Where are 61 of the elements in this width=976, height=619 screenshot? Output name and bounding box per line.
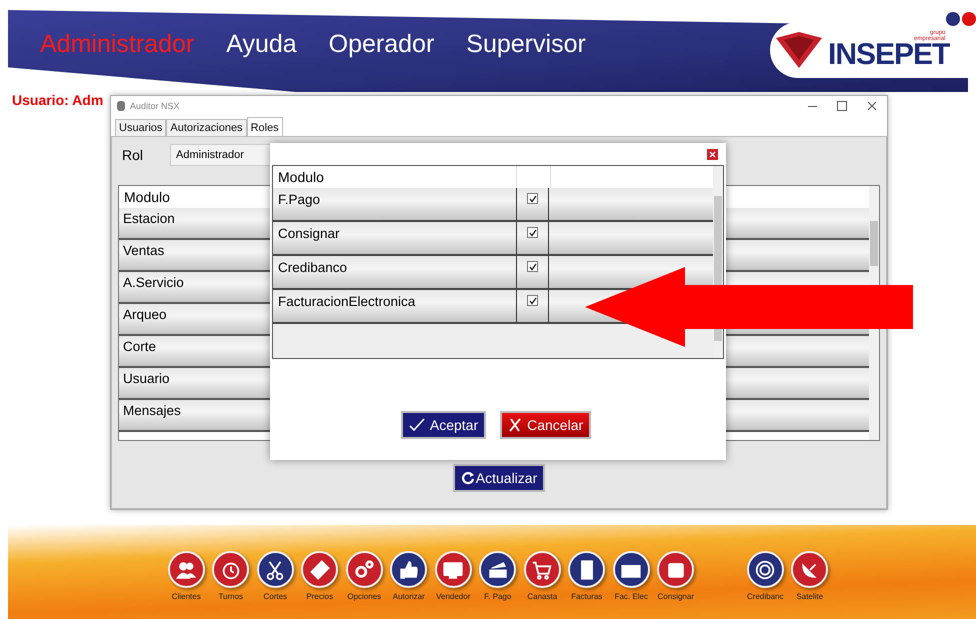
toolbar-label: Fac. Elec xyxy=(614,592,648,601)
user-label: Usuario: Adm xyxy=(12,92,104,108)
close-button[interactable] xyxy=(707,148,718,160)
role-label: Rol xyxy=(122,147,144,163)
toolbar-label: F. Pago xyxy=(484,592,512,601)
rings-icon xyxy=(754,558,776,580)
toolbar-button[interactable] xyxy=(301,551,338,588)
checkbox[interactable] xyxy=(527,261,538,272)
toolbar-label: Canasta xyxy=(527,592,558,601)
toolbar-button[interactable] xyxy=(524,551,561,588)
tab[interactable]: Usuarios xyxy=(115,119,166,136)
checkmark-icon xyxy=(408,418,425,432)
toolbar-button[interactable] xyxy=(168,551,205,588)
toolbar-button[interactable] xyxy=(346,551,383,588)
toolbar-label: Opciones xyxy=(347,592,382,601)
toolbar-button[interactable] xyxy=(256,551,294,588)
toolbar-label: Satelite xyxy=(796,592,824,601)
toolbar-label: Clientes xyxy=(172,592,201,601)
refresh-button[interactable]: Actualizar xyxy=(452,464,546,492)
toolbar-label: Precios xyxy=(306,592,334,601)
thumbs-up-icon xyxy=(398,558,420,580)
menu-item[interactable]: Operador xyxy=(328,30,434,59)
table-cell-text: Credibanco xyxy=(277,259,348,277)
tab[interactable]: Roles xyxy=(246,117,283,136)
checkbox[interactable] xyxy=(527,295,538,306)
toolbar-label: Facturas xyxy=(571,592,602,601)
dialog-button[interactable]: Cancelar xyxy=(500,411,592,439)
toolbar-label: Cortes xyxy=(263,592,288,601)
checkbox[interactable] xyxy=(527,193,538,204)
table-cell-text: Consignar xyxy=(277,225,341,243)
toolbar-label: Autorizar xyxy=(392,592,425,601)
table-cell-text: FacturacionElectronica xyxy=(277,293,416,311)
toolbar-button[interactable] xyxy=(612,551,650,588)
checkbox[interactable] xyxy=(527,227,538,238)
toolbar-button[interactable] xyxy=(568,551,606,588)
minimize-button[interactable] xyxy=(946,12,960,26)
column-header: Modulo xyxy=(277,169,325,185)
toolbar-button[interactable] xyxy=(746,551,784,588)
tab[interactable]: Autorizaciones xyxy=(166,119,247,136)
x-icon xyxy=(508,418,522,432)
toolbar-label: Consignar xyxy=(658,592,694,601)
dialog-button[interactable]: Aceptar xyxy=(400,411,486,439)
toolbar-label: Turnos xyxy=(218,592,244,601)
toolbar-button[interactable] xyxy=(390,551,428,588)
toolbar-button[interactable] xyxy=(434,551,472,588)
close-button[interactable] xyxy=(962,12,976,26)
close-icon xyxy=(709,150,716,158)
logo-name: INSEPET xyxy=(828,40,950,70)
toolbar-label: Vendedor xyxy=(436,592,470,601)
toolbar-button[interactable] xyxy=(657,551,694,588)
menu-item[interactable]: Ayuda xyxy=(226,30,297,59)
refresh-icon xyxy=(460,471,475,485)
toolbar-button[interactable] xyxy=(479,551,516,588)
window-title: Auditor NSX xyxy=(130,101,180,111)
close-icon xyxy=(867,101,877,111)
toolbar-button[interactable] xyxy=(212,551,250,588)
toolbar-label: Credibanc xyxy=(747,592,784,601)
table-cell-text: F.Pago xyxy=(277,191,322,209)
toolbar-button[interactable] xyxy=(791,551,828,588)
logo-icon xyxy=(774,30,824,70)
menu-item[interactable]: Supervisor xyxy=(466,30,586,59)
